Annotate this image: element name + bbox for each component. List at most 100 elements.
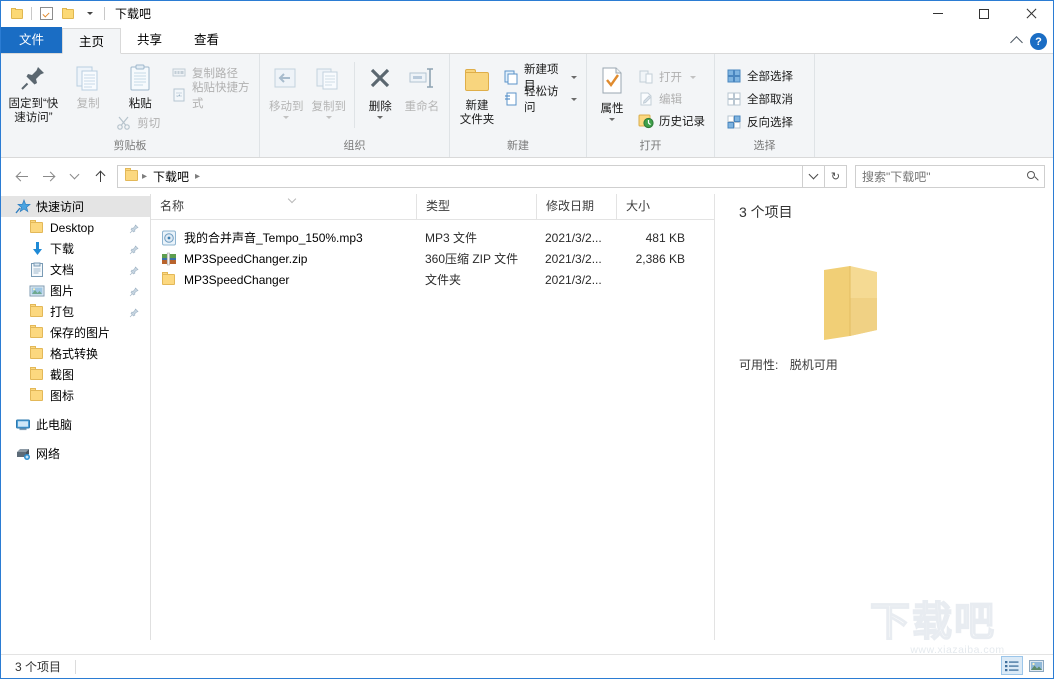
table-row[interactable]: 我的合并声音_Tempo_150%.mp3 MP3 文件 2021/3/2...… <box>151 227 714 248</box>
large-icons-view-button[interactable] <box>1025 656 1047 675</box>
pin-icon[interactable] <box>129 265 139 275</box>
quick-access-star-icon <box>15 198 31 215</box>
help-icon[interactable]: ? <box>1030 33 1047 50</box>
file-name-cell[interactable]: 我的合并声音_Tempo_150%.mp3 <box>151 229 416 246</box>
details-view-button[interactable] <box>1001 656 1023 675</box>
select-none-button[interactable]: 全部取消 <box>726 89 797 109</box>
easy-access-dropdown-icon[interactable] <box>571 97 577 101</box>
paste-button[interactable]: 粘贴 剪切 <box>116 58 165 133</box>
pin-icon[interactable] <box>129 223 139 233</box>
delete-dropdown-icon[interactable] <box>377 116 384 119</box>
sidebar-item-screenshots[interactable]: 截图 <box>1 364 150 385</box>
qat-new-folder-icon[interactable] <box>57 3 79 25</box>
file-size-cell: 481 KB <box>645 230 685 245</box>
availability-label: 可用性: <box>739 358 779 372</box>
navigation-pane: 快速访问 Desktop 下载 文档 图片 打包 保存的图片 格式转换 截图 图… <box>1 194 151 640</box>
breadcrumb-sep-2[interactable]: ▸ <box>193 171 202 182</box>
sidebar-item-pictures[interactable]: 图片 <box>1 280 150 301</box>
pin-icon[interactable] <box>129 244 139 254</box>
open-icon <box>638 69 654 85</box>
tab-home[interactable]: 主页 <box>62 28 122 54</box>
copy-to-button[interactable]: 复制到 <box>307 62 349 119</box>
forward-button[interactable] <box>35 163 61 189</box>
search-box[interactable]: 搜索"下载吧" <box>855 164 1045 188</box>
breadcrumb-bar[interactable]: ▸ 下载吧 ▸ <box>117 164 803 188</box>
copy-button[interactable]: 复制 <box>61 58 116 111</box>
pin-icon[interactable] <box>129 286 139 296</box>
paste-shortcut-button[interactable]: 粘贴快捷方式 <box>171 82 254 110</box>
cut-label: 剪切 <box>137 118 161 130</box>
sidebar-label-network: 网络 <box>36 447 61 461</box>
select-all-button[interactable]: 全部选择 <box>726 66 797 86</box>
folder-icon <box>29 345 45 362</box>
file-name-cell[interactable]: MP3SpeedChanger <box>151 271 416 288</box>
sidebar-item-downloads[interactable]: 下载 <box>1 238 150 259</box>
column-header-date[interactable]: 修改日期 <box>536 194 616 219</box>
sidebar-item-documents[interactable]: 文档 <box>1 259 150 280</box>
column-header-name[interactable]: 名称 <box>151 194 416 219</box>
open-small-commands: 打开 编辑 历史记录 <box>638 62 709 131</box>
tab-view[interactable]: 查看 <box>178 27 235 53</box>
address-bar-tools: ↻ <box>803 164 847 188</box>
invert-selection-button[interactable]: 反向选择 <box>726 112 797 132</box>
column-header-type[interactable]: 类型 <box>416 194 536 219</box>
history-button[interactable]: 历史记录 <box>638 111 709 131</box>
search-icon[interactable] <box>1027 170 1038 182</box>
qat-properties-check-icon[interactable] <box>35 3 57 25</box>
ribbon-group-new: 新建 文件夹 新建项目 轻松访问 新建 <box>450 54 587 157</box>
sidebar-item-icons[interactable]: 图标 <box>1 385 150 406</box>
new-folder-button[interactable]: 新建 文件夹 <box>455 62 499 127</box>
delete-button[interactable]: 删除 <box>361 62 400 119</box>
history-icon <box>638 113 654 129</box>
up-button[interactable] <box>87 163 113 189</box>
address-dropdown-icon[interactable] <box>803 166 824 187</box>
qat-customize-caret-icon[interactable] <box>79 3 101 25</box>
view-mode-buttons <box>1001 656 1047 675</box>
copy-to-icon <box>314 66 344 97</box>
table-row[interactable]: MP3SpeedChanger.zip 360压缩 ZIP 文件 2021/3/… <box>151 248 714 269</box>
qat-divider-2 <box>104 7 105 20</box>
group-label-select: 选择 <box>753 140 776 152</box>
qat-folder-icon[interactable] <box>6 3 28 25</box>
back-button[interactable] <box>9 163 35 189</box>
open-label: 打开 <box>659 72 682 84</box>
sidebar-item-desktop[interactable]: Desktop <box>1 217 150 238</box>
cut-button[interactable]: 剪切 <box>116 113 164 133</box>
table-row[interactable]: MP3SpeedChanger 文件夹 2021/3/2... <box>151 269 714 290</box>
rename-button[interactable]: 重命名 <box>400 62 444 114</box>
file-date-cell: 2021/3/2... <box>545 230 602 245</box>
new-item-dropdown-icon[interactable] <box>571 75 577 79</box>
easy-access-button[interactable]: 轻松访问 <box>503 86 581 114</box>
maximize-button[interactable] <box>961 1 1007 26</box>
pin-icon[interactable] <box>129 307 139 317</box>
properties-label: 属性 <box>600 103 624 115</box>
properties-dropdown-icon[interactable] <box>609 118 615 121</box>
sidebar-item-dabao[interactable]: 打包 <box>1 301 150 322</box>
copy-to-dropdown-icon[interactable] <box>325 116 332 119</box>
recent-locations-button[interactable] <box>61 163 87 189</box>
minimize-button[interactable] <box>915 1 961 26</box>
properties-button[interactable]: 属性 <box>592 62 632 121</box>
breadcrumb-item-0[interactable]: 下载吧 <box>149 168 193 185</box>
sidebar-item-network[interactable]: 网络 <box>1 443 150 464</box>
open-dropdown-icon[interactable] <box>690 75 696 79</box>
tab-share[interactable]: 共享 <box>121 27 178 53</box>
edit-button[interactable]: 编辑 <box>638 89 709 109</box>
refresh-button[interactable]: ↻ <box>824 165 846 187</box>
tab-file[interactable]: 文件 <box>1 27 63 53</box>
file-name-cell[interactable]: MP3SpeedChanger.zip <box>151 251 416 267</box>
sidebar-label-desktop: Desktop <box>50 220 95 235</box>
pin-to-quick-access-button[interactable]: 固定到“快 速访问” <box>6 58 61 125</box>
sidebar-item-this-pc[interactable]: 此电脑 <box>1 414 150 435</box>
column-header-size[interactable]: 大小 <box>616 194 699 219</box>
open-button[interactable]: 打开 <box>638 67 709 87</box>
sidebar-item-format-convert[interactable]: 格式转换 <box>1 343 150 364</box>
move-to-button[interactable]: 移动到 <box>265 62 307 119</box>
move-to-dropdown-icon[interactable] <box>283 116 290 119</box>
collapse-ribbon-icon[interactable] <box>1010 36 1023 49</box>
zip-file-icon <box>161 251 177 267</box>
sidebar-label-documents: 文档 <box>50 263 75 277</box>
close-button[interactable] <box>1007 1 1053 26</box>
sidebar-item-saved-pictures[interactable]: 保存的图片 <box>1 322 150 343</box>
sidebar-item-quick-access[interactable]: 快速访问 <box>1 196 150 217</box>
